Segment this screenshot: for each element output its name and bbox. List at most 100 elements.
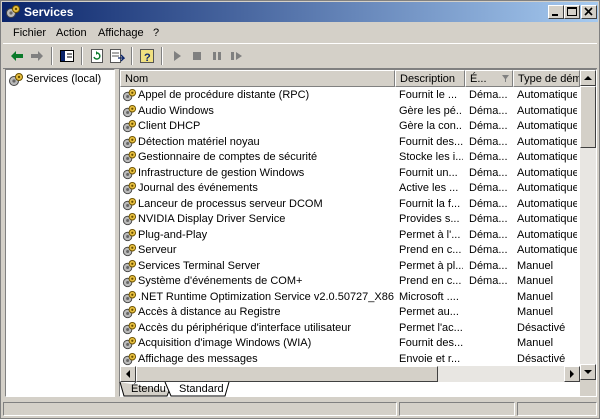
horizontal-scrollbar[interactable] <box>120 366 580 382</box>
rows-container: Appel de procédure distante (RPC) Fournit… <box>120 88 580 366</box>
horizontal-scroll-thumb[interactable] <box>136 366 438 382</box>
arrow-left-icon <box>126 370 130 378</box>
tree-node-services-local[interactable]: Services (local) <box>8 72 101 88</box>
service-description: Fournit des... <box>399 337 463 349</box>
help-button[interactable]: ? <box>137 47 157 65</box>
stop-service-button[interactable] <box>187 47 207 65</box>
svg-text:?: ? <box>144 52 151 64</box>
back-arrow-icon <box>11 51 23 61</box>
table-row[interactable]: Plug-and-Play Permet à l'... Déma... Automa… <box>120 228 580 244</box>
column-header-description[interactable]: Description <box>395 70 465 87</box>
maximize-button[interactable] <box>564 5 580 19</box>
table-row[interactable]: Infrastructure de gestion Windows Fournit… <box>120 166 580 182</box>
service-state: Déma... <box>469 228 508 241</box>
service-description: Fournit des... <box>399 135 463 148</box>
service-gear-icon <box>122 228 137 243</box>
service-description: Gère la con... <box>399 120 463 132</box>
service-name: Appel de procédure distante (RPC) <box>138 89 310 101</box>
table-row[interactable]: Audio Windows Gère les pé... Déma... Automa… <box>120 104 580 120</box>
table-row[interactable]: Système d'événements de COM+ Prend en c..… <box>120 274 580 290</box>
table-row[interactable]: Détection matériel noyau Fournit des... Dé… <box>120 135 580 151</box>
table-row[interactable]: .NET Runtime Optimization Service v2.0.5… <box>120 290 580 306</box>
title-bar[interactable]: Services <box>2 2 598 22</box>
console-tree: Services (local) <box>5 69 115 397</box>
help-icon: ? <box>140 49 154 64</box>
arrow-down-icon <box>584 370 592 374</box>
service-name: Infrastructure de gestion Windows <box>138 166 305 179</box>
scroll-left-button[interactable] <box>120 366 136 382</box>
toolbar-separator <box>131 47 133 65</box>
service-name: Plug-and-Play <box>138 228 208 241</box>
menu-bar: Fichier Action Affichage ? <box>3 24 597 42</box>
service-name: Accès du périphérique d'interface utilis… <box>138 321 352 334</box>
service-name: Serveur <box>138 244 177 256</box>
menu-help[interactable]: ? <box>153 27 159 39</box>
service-name: Audio Windows <box>138 104 214 117</box>
service-startup-type: Automatique <box>517 197 577 210</box>
table-row[interactable]: Gestionnaire de comptes de sécurité Stock… <box>120 150 580 166</box>
service-state: Déma... <box>469 275 508 287</box>
tab-standard[interactable]: Standard <box>171 382 232 397</box>
table-row[interactable]: Accès du périphérique d'interface utilis… <box>120 321 580 337</box>
table-row[interactable]: Appel de procédure distante (RPC) Fournit… <box>120 88 580 104</box>
table-row[interactable]: Journal des événements Active les ... Déma… <box>120 181 580 197</box>
service-gear-icon <box>122 197 137 212</box>
show-hide-tree-icon <box>60 50 74 62</box>
forward-button[interactable] <box>27 47 47 65</box>
service-startup-type: Automatique <box>517 104 577 117</box>
table-row[interactable]: Acquisition d'image Windows (WIA) Fournit… <box>120 336 580 352</box>
service-description: Stocke les i... <box>399 151 463 163</box>
column-header-type-demarrage[interactable]: Type de démar <box>513 70 580 87</box>
scroll-up-button[interactable] <box>580 70 596 86</box>
column-header-etat[interactable]: É... <box>465 70 513 87</box>
table-row[interactable]: Lanceur de processus serveur DCOM Fournit… <box>120 197 580 213</box>
start-service-button[interactable] <box>167 47 187 65</box>
close-button[interactable] <box>581 5 597 19</box>
scroll-right-button[interactable] <box>564 366 580 382</box>
vertical-scrollbar[interactable] <box>580 70 596 380</box>
pause-service-button[interactable] <box>207 47 227 65</box>
service-gear-icon <box>122 150 137 165</box>
table-row[interactable]: NVIDIA Display Driver Service Provides s.… <box>120 212 580 228</box>
status-bar <box>3 400 599 418</box>
service-name: Client DHCP <box>138 120 201 132</box>
back-button[interactable] <box>7 47 27 65</box>
service-startup-type: Manuel <box>517 259 554 272</box>
minimize-button[interactable] <box>548 5 564 19</box>
toolbar: ? <box>3 43 597 69</box>
status-pane-main <box>3 402 397 416</box>
menu-action[interactable]: Action <box>56 27 87 39</box>
arrow-right-icon <box>570 370 574 378</box>
refresh-button[interactable] <box>87 47 107 65</box>
status-pane-3 <box>517 402 597 416</box>
scroll-down-button[interactable] <box>580 364 596 380</box>
service-description: Provides s... <box>399 213 460 225</box>
toolbar-separator <box>51 47 53 65</box>
service-gear-icon <box>122 352 137 367</box>
vertical-scroll-thumb[interactable] <box>580 86 596 148</box>
menu-fichier[interactable]: Fichier <box>13 27 46 39</box>
service-name: Affichage des messages <box>138 352 258 365</box>
service-description: Permet au... <box>399 306 459 318</box>
table-row[interactable]: Services Terminal Server Permet à pl... Dé… <box>120 259 580 275</box>
service-startup-type: Automatique <box>517 89 577 101</box>
table-row[interactable]: Serveur Prend en c... Déma... Automatique <box>120 243 580 259</box>
tab-etendu[interactable]: Étendu <box>123 382 174 397</box>
table-row[interactable]: Affichage des messages Envoie et r... Désa… <box>120 352 580 367</box>
service-gear-icon <box>122 305 137 320</box>
column-header-nom[interactable]: Nom <box>120 70 395 87</box>
service-state: Déma... <box>469 166 508 179</box>
service-gear-icon <box>122 243 137 258</box>
export-list-button[interactable] <box>107 47 127 65</box>
window-title: Services <box>24 5 74 19</box>
service-name: Gestionnaire de comptes de sécurité <box>138 151 318 163</box>
list-header: Nom Description É... Type de démar <box>120 70 580 87</box>
table-row[interactable]: Client DHCP Gère la con... Déma... Automati… <box>120 119 580 135</box>
restart-service-button[interactable] <box>227 47 247 65</box>
show-hide-tree-button[interactable] <box>57 47 77 65</box>
menu-affichage[interactable]: Affichage <box>98 27 144 39</box>
service-name: .NET Runtime Optimization Service v2.0.5… <box>138 290 394 303</box>
service-description: Permet l'ac... <box>399 321 463 334</box>
table-row[interactable]: Accès à distance au Registre Permet au...… <box>120 305 580 321</box>
service-state: Déma... <box>469 197 508 210</box>
